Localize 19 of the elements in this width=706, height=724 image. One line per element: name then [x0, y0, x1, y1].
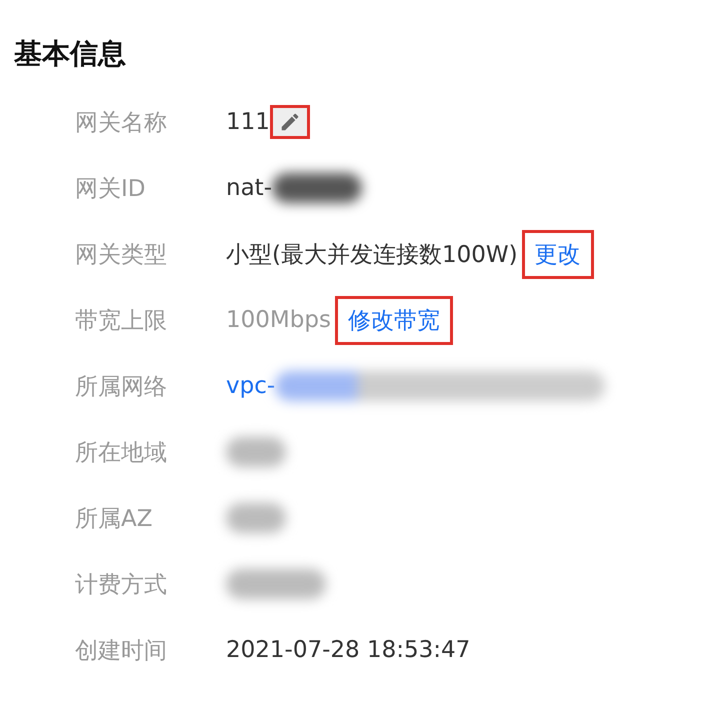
field-value: 小型(最大并发连接数100W) [226, 240, 518, 270]
field-label: 网关ID [75, 174, 146, 204]
field-label: 带宽上限 [75, 306, 168, 336]
field-value: 100Mbps [226, 307, 331, 333]
edit-icon[interactable] [270, 105, 310, 139]
field-value: nat- [226, 175, 272, 201]
action-link[interactable]: 修改带宽 [334, 296, 453, 344]
field-label: 网关类型 [75, 240, 168, 270]
field-value: 2021-07-28 18:53:47 [226, 637, 470, 663]
field-value: 111 [226, 109, 270, 135]
field-label: 网关名称 [75, 108, 168, 138]
network-link[interactable]: vpc- [226, 373, 276, 399]
field-label: 创建时间 [75, 636, 168, 666]
field-label: 所在地域 [75, 438, 168, 468]
field-label: 所属网络 [75, 372, 168, 402]
field-label: 所属AZ [75, 504, 154, 534]
section-title: 基本信息 [14, 36, 127, 72]
field-label: 计费方式 [75, 570, 168, 600]
action-link[interactable]: 更改 [522, 230, 594, 278]
